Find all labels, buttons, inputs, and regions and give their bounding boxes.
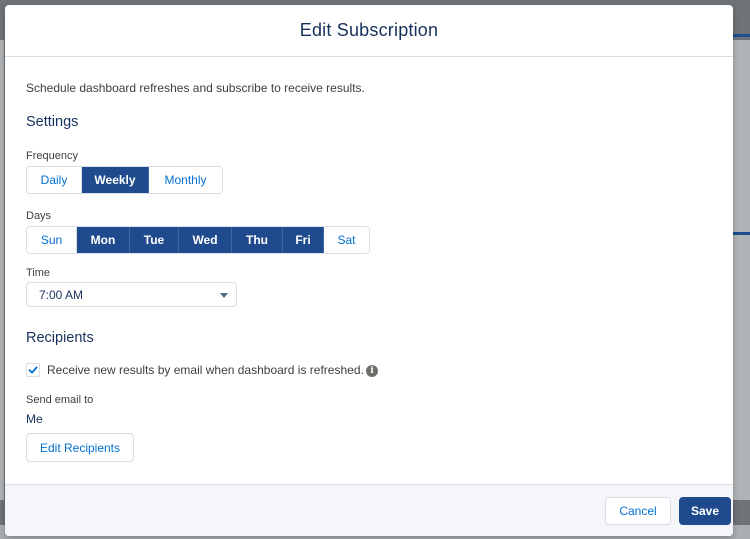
- frequency-monthly-button[interactable]: Monthly: [149, 167, 222, 193]
- time-select[interactable]: 7:00 AM: [26, 282, 237, 307]
- dialog-body: Schedule dashboard refreshes and subscri…: [5, 57, 733, 483]
- day-tue-button[interactable]: Tue: [130, 227, 179, 253]
- send-email-label: Send email to: [26, 394, 94, 406]
- dialog-title: Edit Subscription: [299, 20, 439, 40]
- time-label: Time: [26, 267, 51, 279]
- settings-heading: Settings: [26, 114, 79, 130]
- checkmark-icon: [28, 366, 38, 374]
- frequency-label: Frequency: [26, 150, 78, 162]
- backdrop-strip-right: [732, 40, 750, 500]
- frequency-button-group: Daily Weekly Monthly: [26, 166, 223, 194]
- day-wed-button[interactable]: Wed: [179, 227, 232, 253]
- day-sat-button[interactable]: Sat: [324, 227, 369, 253]
- day-sun-button[interactable]: Sun: [27, 227, 77, 253]
- backdrop-strip-left: [0, 40, 4, 500]
- edit-subscription-dialog: Edit Subscription Schedule dashboard ref…: [5, 5, 733, 536]
- frequency-weekly-button[interactable]: Weekly: [82, 167, 149, 193]
- dialog-footer: Cancel Save: [5, 484, 733, 536]
- backdrop-accent-line: [733, 232, 750, 235]
- recipients-heading: Recipients: [26, 330, 94, 346]
- save-button[interactable]: Save: [679, 497, 731, 525]
- dialog-description: Schedule dashboard refreshes and subscri…: [26, 81, 365, 95]
- chevron-down-icon: [220, 293, 228, 298]
- edit-recipients-button[interactable]: Edit Recipients: [26, 433, 134, 462]
- days-label: Days: [26, 210, 52, 222]
- days-button-group: Sun Mon Tue Wed Thu Fri Sat: [26, 226, 370, 254]
- frequency-daily-button[interactable]: Daily: [27, 167, 82, 193]
- dialog-header: Edit Subscription: [5, 5, 733, 57]
- day-fri-button[interactable]: Fri: [283, 227, 324, 253]
- backdrop-accent-line: [733, 34, 750, 37]
- email-results-checkbox[interactable]: [26, 363, 40, 377]
- send-email-value: Me: [26, 412, 43, 426]
- time-select-value: 7:00 AM: [39, 287, 84, 302]
- day-mon-button[interactable]: Mon: [77, 227, 130, 253]
- info-icon[interactable]: i: [366, 365, 378, 377]
- email-results-checkbox-label: Receive new results by email when dashbo…: [47, 363, 364, 377]
- cancel-button[interactable]: Cancel: [605, 497, 671, 525]
- day-thu-button[interactable]: Thu: [232, 227, 283, 253]
